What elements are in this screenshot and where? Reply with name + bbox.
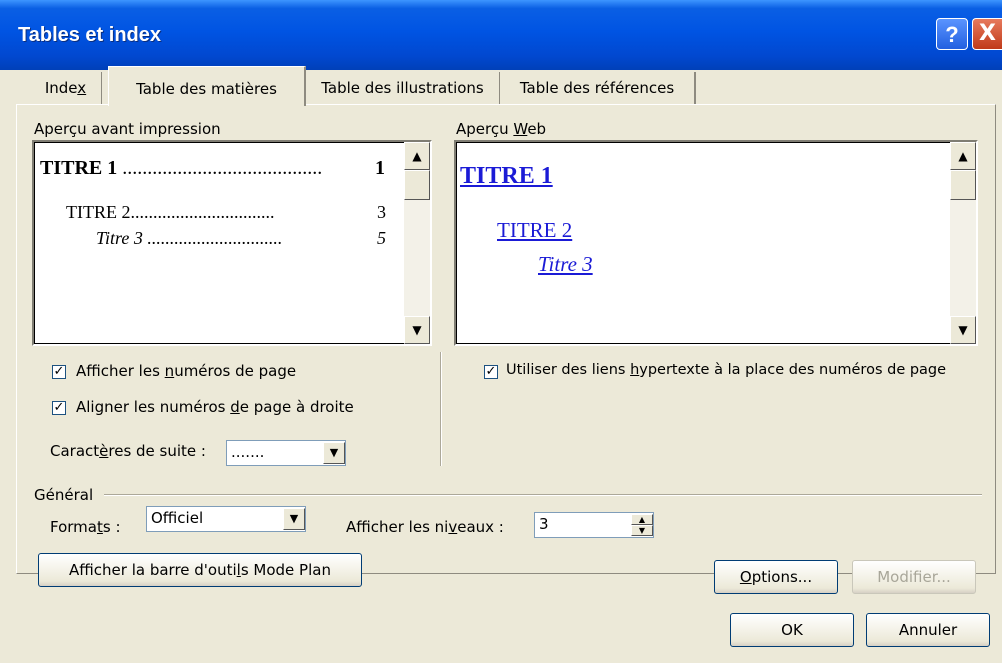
formats-value: Officiel (151, 509, 204, 527)
tab-table-des-matieres-label: Table des matières (136, 80, 277, 98)
print-title1-text: TITRE 1 (40, 157, 118, 179)
modify-button[interactable]: Modifier... (852, 560, 976, 594)
print-preview-title3: Titre 3 .............................. (96, 228, 374, 249)
print-title1-leader: ........................................ (122, 157, 323, 179)
tab-table-des-matieres[interactable]: Table des matières (108, 66, 306, 106)
arrow-up-icon[interactable]: ▲ (631, 514, 653, 525)
close-button[interactable]: X (972, 18, 1002, 50)
tab-table-des-illustrations-label: Table des illustrations (321, 79, 484, 97)
web-title3-link[interactable]: Titre 3 (538, 252, 593, 277)
dialog-title: Tables et index (18, 24, 162, 46)
levels-value: 3 (539, 515, 549, 533)
tab-table-des-references-label: Table des références (519, 79, 675, 97)
web-title1-link[interactable]: TITRE 1 (460, 163, 553, 190)
general-label: Général (34, 486, 94, 504)
arrow-down-icon[interactable]: ▼ (631, 525, 653, 536)
leader-value: ....... (231, 443, 265, 461)
print-title2-page: 3 (377, 202, 386, 222)
print-preview-label: Aperçu avant impression (34, 120, 221, 138)
check-icon[interactable]: ✓ (484, 365, 498, 379)
use-hyperlinks-label[interactable]: Utiliser des liens hypertexte à la place… (506, 362, 946, 378)
print-title2-leader: ................................ (130, 202, 275, 222)
cancel-button[interactable]: Annuler (866, 613, 990, 647)
print-title3-text: Titre 3 (96, 228, 143, 248)
chevron-down-icon[interactable]: ▼ (323, 442, 345, 464)
general-separator (104, 494, 982, 496)
levels-label: Afficher les niveaux : (346, 518, 504, 536)
web-title2-link[interactable]: TITRE 2 (497, 218, 572, 243)
print-title2-text: TITRE 2 (66, 202, 131, 222)
arrow-up-icon[interactable]: ▲ (404, 142, 430, 170)
print-preview-title2: TITRE 2................................ (66, 202, 372, 223)
align-right-label[interactable]: Aligner les numéros de page à droite (76, 398, 354, 416)
leader-combo[interactable]: ....... ▼ (226, 440, 346, 466)
outline-toolbar-button[interactable]: Afficher la barre d'outils Mode Plan (38, 553, 362, 587)
leader-label: Caractères de suite : (50, 442, 206, 460)
check-icon[interactable]: ✓ (52, 365, 66, 379)
print-title3-leader: .............................. (147, 228, 283, 248)
print-preview-title1: TITRE 1 ................................… (40, 157, 390, 180)
help-button[interactable]: ? (936, 18, 968, 50)
arrow-down-icon[interactable]: ▼ (404, 316, 430, 344)
web-preview-label: Aperçu Web (456, 120, 547, 138)
ok-button[interactable]: OK (730, 613, 854, 647)
arrow-up-icon[interactable]: ▲ (950, 142, 976, 170)
tab-index[interactable]: Index (30, 72, 102, 104)
show-page-numbers-label[interactable]: Afficher les numéros de page (76, 362, 296, 380)
print-title1-page: 1 (375, 157, 385, 179)
formats-label: Formats : (50, 518, 121, 536)
formats-combo[interactable]: Officiel ▼ (146, 506, 306, 532)
options-button[interactable]: Options... (714, 560, 838, 594)
tab-index-label: Index (44, 79, 87, 97)
scroll-thumb[interactable] (404, 170, 430, 200)
arrow-down-icon[interactable]: ▼ (950, 316, 976, 344)
levels-spinner[interactable]: 3 ▲ ▼ (534, 512, 654, 538)
column-separator (440, 352, 442, 466)
tab-table-des-references[interactable]: Table des références (500, 72, 696, 104)
print-title3-page: 5 (377, 228, 386, 248)
scroll-thumb[interactable] (950, 170, 976, 200)
tab-table-des-illustrations[interactable]: Table des illustrations (306, 72, 500, 104)
chevron-down-icon[interactable]: ▼ (283, 508, 305, 530)
check-icon[interactable]: ✓ (52, 401, 66, 415)
